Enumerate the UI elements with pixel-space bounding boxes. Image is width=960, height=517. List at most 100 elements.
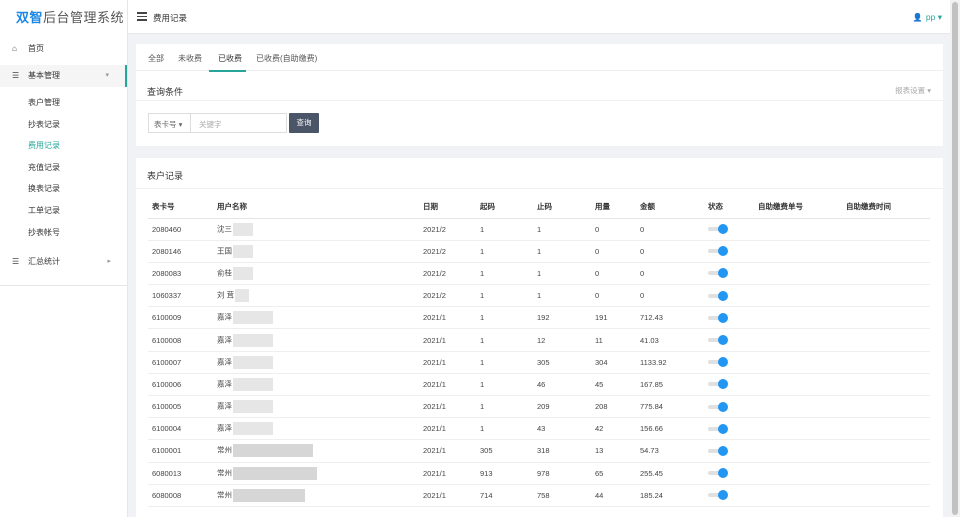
card-number-link[interactable]: 6100008	[148, 328, 213, 352]
self-pay-no-cell	[754, 439, 842, 463]
col-start-reading[interactable]: 起码	[476, 196, 533, 219]
records-title: 表户记录	[147, 171, 184, 181]
self-pay-no-cell	[754, 417, 842, 441]
scrollbar-thumb[interactable]	[952, 2, 958, 515]
date-cell: 2021/2	[419, 262, 476, 286]
self-pay-time-cell	[842, 218, 930, 241]
sidebar-sub-meter-users[interactable]: 表户管理	[0, 92, 127, 114]
card-number-link[interactable]: 2080083	[148, 262, 213, 286]
amount-cell: 775.84	[636, 395, 704, 419]
start-reading-cell: 1	[476, 417, 533, 441]
card-number-link[interactable]: 6080013	[148, 462, 213, 485]
user-name-cell: 常州	[213, 462, 419, 485]
keyword-input[interactable]: 关键字	[191, 113, 287, 133]
status-toggle[interactable]	[708, 224, 728, 235]
sidebar-sub-reading-records[interactable]: 抄表记录	[0, 114, 127, 136]
status-cell	[704, 395, 754, 419]
start-reading-cell: 913	[476, 462, 533, 485]
col-end-reading[interactable]: 止码	[533, 196, 591, 219]
query-section-title: 查询条件	[147, 87, 184, 97]
col-self-pay-time[interactable]: 自助缴费时间	[842, 196, 930, 219]
date-cell: 2021/1	[419, 351, 476, 374]
status-toggle[interactable]	[708, 357, 728, 368]
sidebar-sub-recharge-records[interactable]: 充值记录	[0, 157, 127, 179]
page-scrollbar[interactable]	[950, 0, 960, 517]
redacted-block	[235, 289, 250, 303]
hamburger-icon[interactable]	[137, 12, 147, 21]
chevron-down-icon: ▾	[105, 72, 109, 79]
card-number-link[interactable]: 6100006	[148, 373, 213, 397]
sidebar-sub-reading-accounts[interactable]: 抄表帐号	[0, 222, 127, 244]
card-number-link[interactable]: 1060337	[148, 284, 213, 308]
tab-paid[interactable]: 已收费	[218, 53, 242, 64]
status-cell	[704, 373, 754, 397]
redacted-block	[233, 400, 273, 414]
sidebar-item-home[interactable]: ⌂ 首页	[0, 38, 127, 60]
end-reading-cell: 43	[533, 417, 591, 441]
card-number-link[interactable]: 6080008	[148, 484, 213, 507]
sidebar-sub-fee-records[interactable]: 费用记录	[0, 135, 127, 157]
sidebar-item-stats[interactable]: ☰ 汇总统计 ▸	[0, 251, 127, 273]
self-pay-no-cell	[754, 351, 842, 374]
redacted-block	[233, 355, 273, 369]
table-row: 6100001 常州 2021/1 305 318 13 54.73	[148, 439, 930, 463]
card-number-link[interactable]: 6100001	[148, 439, 213, 463]
self-pay-no-cell	[754, 328, 842, 352]
col-status[interactable]: 状态	[704, 196, 754, 219]
status-toggle[interactable]	[708, 379, 728, 390]
usage-cell: 11	[591, 328, 636, 352]
user-menu[interactable]: 👤 pp ▾	[913, 12, 942, 23]
table-row: 6100004 嘉泽 2021/1 1 43 42 156.66	[148, 417, 930, 441]
status-toggle[interactable]	[708, 490, 728, 501]
card-number-link[interactable]: 2080146	[148, 240, 213, 263]
self-pay-no-cell	[754, 462, 842, 485]
status-toggle[interactable]	[708, 246, 728, 257]
col-usage[interactable]: 用量	[591, 196, 636, 219]
search-field-select[interactable]: 表卡号 ▾	[148, 113, 191, 133]
status-toggle[interactable]	[708, 423, 728, 434]
self-pay-no-cell	[754, 395, 842, 419]
date-cell: 2021/1	[419, 395, 476, 419]
search-button[interactable]: 查询	[289, 113, 319, 133]
tab-all[interactable]: 全部	[148, 53, 164, 64]
report-settings-dropdown[interactable]: 报表设置 ▾	[895, 85, 931, 96]
tab-paid-self-service[interactable]: 已收费(自助缴费)	[256, 53, 317, 64]
self-pay-no-cell	[754, 373, 842, 397]
card-number-link[interactable]: 6100007	[148, 351, 213, 374]
date-cell: 2021/2	[419, 240, 476, 263]
card-number-link[interactable]: 6100005	[148, 395, 213, 419]
sidebar-item-basic[interactable]: ☰ 基本管理 ▾	[0, 65, 127, 87]
date-cell: 2021/1	[419, 373, 476, 397]
card-number-link[interactable]: 6100009	[148, 306, 213, 330]
start-reading-cell: 305	[476, 439, 533, 463]
status-toggle[interactable]	[708, 445, 728, 456]
start-reading-cell: 1	[476, 240, 533, 263]
self-pay-no-cell	[754, 240, 842, 263]
end-reading-cell: 192	[533, 306, 591, 330]
col-user-name[interactable]: 用户名称	[213, 196, 419, 219]
table-row: 2080146 王国 2021/2 1 1 0 0	[148, 240, 930, 263]
col-amount[interactable]: 金额	[636, 196, 704, 219]
sidebar-sub-replace-records[interactable]: 换表记录	[0, 178, 127, 200]
table-row: 2080460 沈三 2021/2 1 1 0 0	[148, 218, 930, 241]
status-toggle[interactable]	[708, 312, 728, 323]
card-number-link[interactable]: 6100004	[148, 417, 213, 441]
col-self-pay-no[interactable]: 自助缴费单号	[754, 196, 842, 219]
status-toggle[interactable]	[708, 290, 728, 301]
col-card-no[interactable]: 表卡号	[148, 196, 213, 219]
tab-unpaid[interactable]: 未收费	[178, 53, 202, 64]
status-toggle[interactable]	[708, 401, 728, 412]
start-reading-cell: 1	[476, 395, 533, 419]
user-name-cell: 嘉泽	[213, 351, 419, 374]
col-date[interactable]: 日期	[419, 196, 476, 219]
card-number-link[interactable]: 2080460	[148, 218, 213, 241]
sidebar-sub-work-orders[interactable]: 工单记录	[0, 200, 127, 222]
status-toggle[interactable]	[708, 268, 728, 279]
home-icon: ⌂	[12, 44, 17, 53]
redacted-block	[233, 422, 273, 436]
usage-cell: 0	[591, 262, 636, 286]
menu-icon: ☰	[12, 257, 20, 267]
status-toggle[interactable]	[708, 468, 728, 479]
status-toggle[interactable]	[708, 335, 728, 346]
end-reading-cell: 758	[533, 484, 591, 507]
